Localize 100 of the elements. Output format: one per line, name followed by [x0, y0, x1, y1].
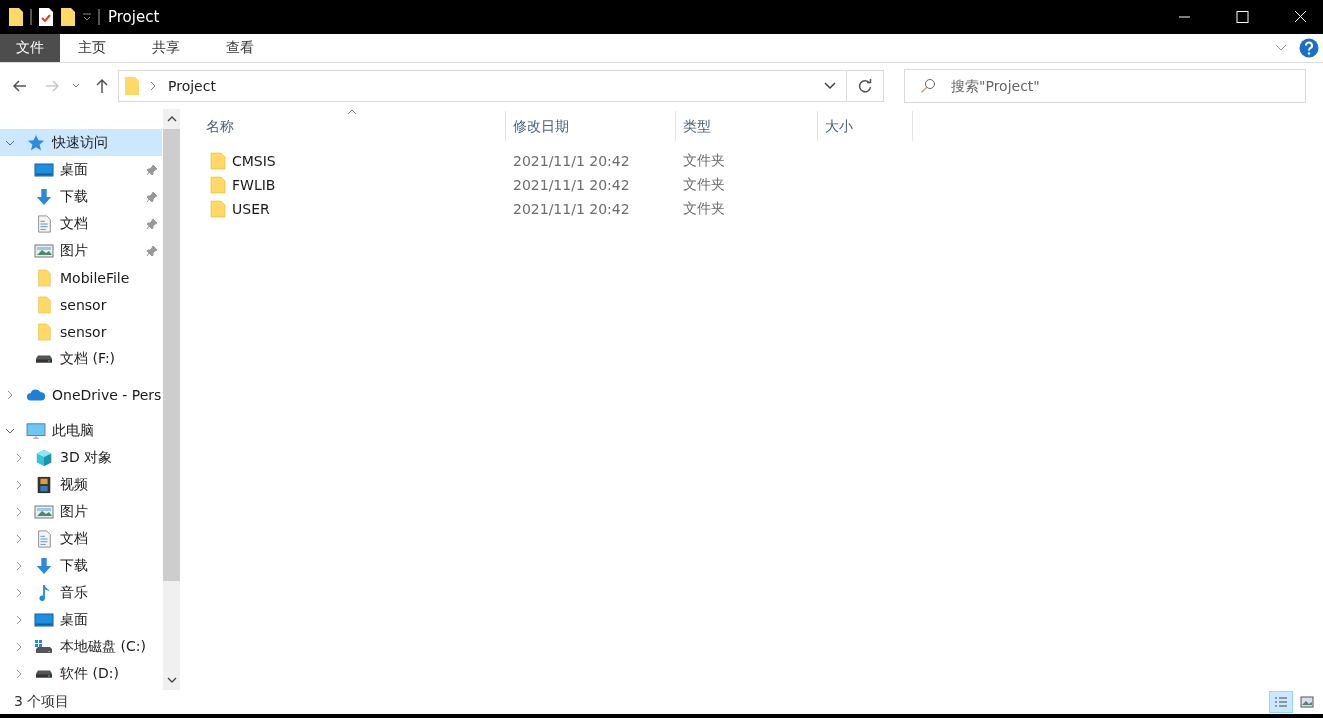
- sidebar-item[interactable]: 本地磁盘 (C:): [0, 633, 162, 660]
- breadcrumb[interactable]: Project: [168, 78, 216, 94]
- system-drive-icon: [34, 637, 54, 656]
- refresh-icon[interactable]: [857, 78, 873, 94]
- image-icon: [34, 502, 54, 521]
- scroll-down-icon[interactable]: [166, 677, 177, 683]
- column-header[interactable]: 类型: [676, 111, 818, 141]
- chevron-right-icon: [150, 81, 156, 91]
- scroll-up-icon[interactable]: [166, 116, 177, 122]
- sidebar-label: sensor: [60, 323, 107, 340]
- file-row[interactable]: USER 2021/11/1 20:42 文件夹: [206, 197, 1323, 221]
- help-icon[interactable]: [1299, 38, 1319, 58]
- details-view-button[interactable]: [1269, 691, 1293, 713]
- caret-icon[interactable]: [82, 12, 92, 22]
- image-icon: [1300, 696, 1314, 708]
- sidebar-label: 文档 (F:): [60, 349, 116, 368]
- down-arrow-icon: [34, 187, 54, 206]
- sidebar-item[interactable]: 桌面: [0, 156, 162, 183]
- folder-icon[interactable]: [8, 7, 24, 27]
- sidebar-label: 桌面: [60, 610, 88, 629]
- sidebar-item[interactable]: 桌面: [0, 606, 162, 633]
- desktop-icon: [34, 160, 54, 179]
- ribbon-tab[interactable]: 文件: [0, 34, 60, 62]
- sidebar-label: 文档: [60, 214, 88, 233]
- chevron-right-icon[interactable]: [5, 389, 15, 400]
- sidebar-label: 下载: [60, 187, 88, 206]
- scrollbar-thumb[interactable]: [163, 129, 180, 581]
- chevron-right-icon[interactable]: [14, 533, 24, 544]
- sidebar-label: OneDrive - Pers: [52, 386, 162, 403]
- sidebar-item[interactable]: 下载: [0, 552, 162, 579]
- sort-caret-icon: [347, 109, 357, 115]
- chevron-right-icon[interactable]: [14, 560, 24, 571]
- chevron-down-icon[interactable]: [72, 83, 80, 89]
- chevron-right-icon[interactable]: [14, 614, 24, 625]
- back-arrow-icon[interactable]: [12, 78, 28, 94]
- chevron-down-icon[interactable]: [824, 82, 836, 90]
- down-arrow-icon: [34, 556, 54, 575]
- column-header[interactable]: 修改日期: [506, 111, 676, 141]
- sidebar-item[interactable]: MobileFile: [0, 264, 162, 291]
- column-header[interactable]: 名称: [206, 111, 506, 141]
- chevron-right-icon[interactable]: [14, 668, 24, 679]
- pin-icon[interactable]: [146, 191, 158, 203]
- scrollbar[interactable]: [163, 109, 180, 690]
- forward-arrow-icon[interactable]: [44, 78, 60, 94]
- sidebar-item[interactable]: 下载: [0, 183, 162, 210]
- sidebar-item[interactable]: 3D 对象: [0, 444, 162, 471]
- sidebar-item[interactable]: sensor: [0, 318, 162, 345]
- sidebar-item[interactable]: 图片: [0, 237, 162, 264]
- cube-icon: [34, 448, 54, 467]
- sidebar-item[interactable]: 文档: [0, 525, 162, 552]
- sidebar-label: 图片: [60, 502, 88, 521]
- sidebar-item[interactable]: 软件 (D:): [0, 660, 162, 687]
- item-count: 3 个项目: [14, 693, 70, 711]
- table-cell-text: 文件夹: [683, 200, 726, 218]
- address-bar[interactable]: Project: [118, 70, 884, 102]
- folder-icon: [210, 199, 226, 219]
- sidebar-item[interactable]: OneDrive - Pers: [0, 381, 162, 408]
- search-field[interactable]: 搜索"Project": [904, 69, 1306, 103]
- sidebar-label: 文档: [60, 529, 88, 548]
- checklist-icon[interactable]: [38, 7, 54, 27]
- sidebar-label: 视频: [60, 475, 88, 494]
- desktop-icon: [34, 610, 54, 629]
- sidebar-item[interactable]: 文档: [0, 210, 162, 237]
- chevron-right-icon[interactable]: [14, 479, 24, 490]
- file-row[interactable]: CMSIS 2021/11/1 20:42 文件夹: [206, 149, 1323, 173]
- pin-icon[interactable]: [146, 164, 158, 176]
- sidebar-label: MobileFile: [60, 269, 130, 286]
- sidebar-label: 软件 (D:): [60, 664, 119, 683]
- sidebar-label: sensor: [60, 296, 107, 313]
- folder-icon[interactable]: [60, 7, 76, 27]
- pin-icon[interactable]: [146, 218, 158, 230]
- window-title: Project: [108, 8, 160, 26]
- sidebar-item[interactable]: sensor: [0, 291, 162, 318]
- sidebar-label: 桌面: [60, 160, 88, 179]
- pin-icon[interactable]: [146, 245, 158, 257]
- column-header[interactable]: 大小: [818, 111, 913, 141]
- file-name: USER: [232, 201, 270, 217]
- sidebar-item[interactable]: 视频: [0, 471, 162, 498]
- up-arrow-icon[interactable]: [94, 78, 110, 94]
- table-cell-text: 文件夹: [683, 176, 726, 194]
- sidebar-label: 本地磁盘 (C:): [60, 637, 146, 656]
- table-cell-text: 2021/11/1 20:42: [513, 153, 631, 169]
- sidebar-label: 快速访问: [52, 133, 108, 152]
- sidebar-item[interactable]: 此电脑: [0, 417, 162, 444]
- chevron-right-icon[interactable]: [14, 452, 24, 463]
- file-row[interactable]: FWLIB 2021/11/1 20:42 文件夹: [206, 173, 1323, 197]
- sidebar-label: 图片: [60, 241, 88, 260]
- sidebar-item[interactable]: 快速访问: [0, 129, 162, 156]
- file-name: FWLIB: [232, 177, 276, 193]
- sidebar-label: 下载: [60, 556, 88, 575]
- image-icon: [34, 241, 54, 260]
- chevron-right-icon[interactable]: [14, 641, 24, 652]
- chevron-right-icon[interactable]: [14, 587, 24, 598]
- folder-icon: [210, 175, 226, 195]
- sidebar-item[interactable]: 图片: [0, 498, 162, 525]
- sidebar-item[interactable]: 文档 (F:): [0, 345, 162, 372]
- chevron-right-icon[interactable]: [14, 506, 24, 517]
- table-cell-text: 文件夹: [683, 152, 726, 170]
- monitor-icon: [26, 421, 46, 440]
- sidebar-item[interactable]: 音乐: [0, 579, 162, 606]
